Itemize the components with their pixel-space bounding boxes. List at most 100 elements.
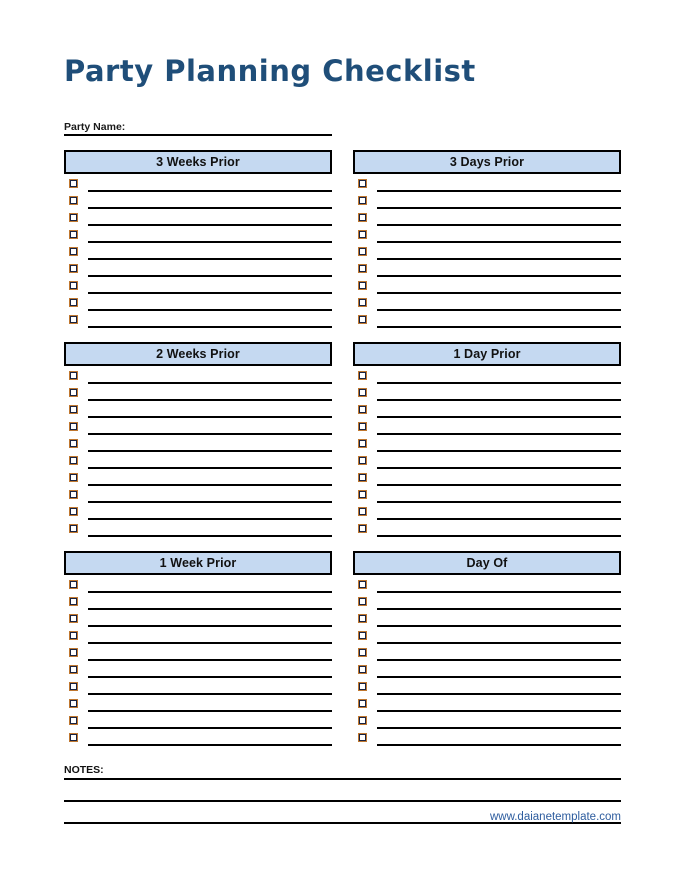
checklist-write-line[interactable] [88,399,332,401]
checkbox-icon[interactable] [69,665,78,674]
checklist-write-line[interactable] [377,642,621,644]
checkbox-icon[interactable] [358,456,367,465]
checklist-write-line[interactable] [88,676,332,678]
checkbox-icon[interactable] [69,439,78,448]
checkbox-icon[interactable] [358,733,367,742]
checklist-write-line[interactable] [88,625,332,627]
checkbox-icon[interactable] [69,315,78,324]
checklist-write-line[interactable] [88,207,332,209]
checklist-write-line[interactable] [88,659,332,661]
checklist-write-line[interactable] [377,659,621,661]
checkbox-icon[interactable] [69,507,78,516]
checklist-write-line[interactable] [88,467,332,469]
checkbox-icon[interactable] [69,614,78,623]
checklist-write-line[interactable] [377,744,621,746]
checklist-write-line[interactable] [377,309,621,311]
checklist-write-line[interactable] [377,608,621,610]
checkbox-icon[interactable] [69,648,78,657]
checkbox-icon[interactable] [69,456,78,465]
checkbox-icon[interactable] [69,281,78,290]
checklist-write-line[interactable] [377,399,621,401]
checkbox-icon[interactable] [69,405,78,414]
checklist-write-line[interactable] [377,382,621,384]
checklist-write-line[interactable] [377,693,621,695]
checklist-write-line[interactable] [377,518,621,520]
checklist-write-line[interactable] [377,241,621,243]
checkbox-icon[interactable] [358,665,367,674]
checkbox-icon[interactable] [358,247,367,256]
checklist-write-line[interactable] [88,433,332,435]
notes-write-line[interactable] [64,780,621,802]
checkbox-icon[interactable] [358,371,367,380]
checkbox-icon[interactable] [358,716,367,725]
checklist-write-line[interactable] [377,416,621,418]
checklist-write-line[interactable] [88,535,332,537]
checkbox-icon[interactable] [69,213,78,222]
checklist-write-line[interactable] [377,433,621,435]
checkbox-icon[interactable] [69,580,78,589]
checklist-write-line[interactable] [88,326,332,328]
checkbox-icon[interactable] [69,388,78,397]
notes-label-row[interactable]: NOTES: [64,760,621,780]
checkbox-icon[interactable] [358,524,367,533]
checklist-write-line[interactable] [88,190,332,192]
checkbox-icon[interactable] [358,699,367,708]
checklist-write-line[interactable] [377,207,621,209]
checkbox-icon[interactable] [358,490,367,499]
checklist-write-line[interactable] [88,292,332,294]
checklist-write-line[interactable] [88,275,332,277]
checklist-write-line[interactable] [88,642,332,644]
checklist-write-line[interactable] [377,501,621,503]
checklist-write-line[interactable] [377,224,621,226]
checkbox-icon[interactable] [358,422,367,431]
checklist-write-line[interactable] [88,241,332,243]
checklist-write-line[interactable] [377,727,621,729]
checkbox-icon[interactable] [69,733,78,742]
checkbox-icon[interactable] [69,716,78,725]
checkbox-icon[interactable] [358,580,367,589]
checkbox-icon[interactable] [69,597,78,606]
checklist-write-line[interactable] [377,326,621,328]
checkbox-icon[interactable] [69,371,78,380]
checkbox-icon[interactable] [69,631,78,640]
checkbox-icon[interactable] [358,315,367,324]
checkbox-icon[interactable] [358,264,367,273]
checklist-write-line[interactable] [88,224,332,226]
checklist-write-line[interactable] [377,450,621,452]
checklist-write-line[interactable] [88,608,332,610]
checklist-write-line[interactable] [88,309,332,311]
checkbox-icon[interactable] [69,524,78,533]
checklist-write-line[interactable] [377,275,621,277]
checklist-write-line[interactable] [377,484,621,486]
checkbox-icon[interactable] [69,473,78,482]
checkbox-icon[interactable] [69,230,78,239]
checklist-write-line[interactable] [88,744,332,746]
checkbox-icon[interactable] [69,179,78,188]
checkbox-icon[interactable] [358,631,367,640]
checklist-write-line[interactable] [88,727,332,729]
checklist-write-line[interactable] [88,382,332,384]
checkbox-icon[interactable] [69,490,78,499]
checklist-write-line[interactable] [88,416,332,418]
checkbox-icon[interactable] [358,298,367,307]
checklist-write-line[interactable] [377,591,621,593]
checklist-write-line[interactable] [377,535,621,537]
checklist-write-line[interactable] [88,710,332,712]
checkbox-icon[interactable] [358,682,367,691]
checkbox-icon[interactable] [69,699,78,708]
checklist-write-line[interactable] [88,501,332,503]
checkbox-icon[interactable] [358,507,367,516]
checklist-write-line[interactable] [377,190,621,192]
checkbox-icon[interactable] [358,230,367,239]
checkbox-icon[interactable] [69,422,78,431]
checklist-write-line[interactable] [377,710,621,712]
checkbox-icon[interactable] [358,439,367,448]
checkbox-icon[interactable] [69,264,78,273]
checkbox-icon[interactable] [358,213,367,222]
checklist-write-line[interactable] [377,676,621,678]
checkbox-icon[interactable] [358,648,367,657]
checklist-write-line[interactable] [88,591,332,593]
checkbox-icon[interactable] [69,682,78,691]
checkbox-icon[interactable] [358,473,367,482]
checkbox-icon[interactable] [358,597,367,606]
